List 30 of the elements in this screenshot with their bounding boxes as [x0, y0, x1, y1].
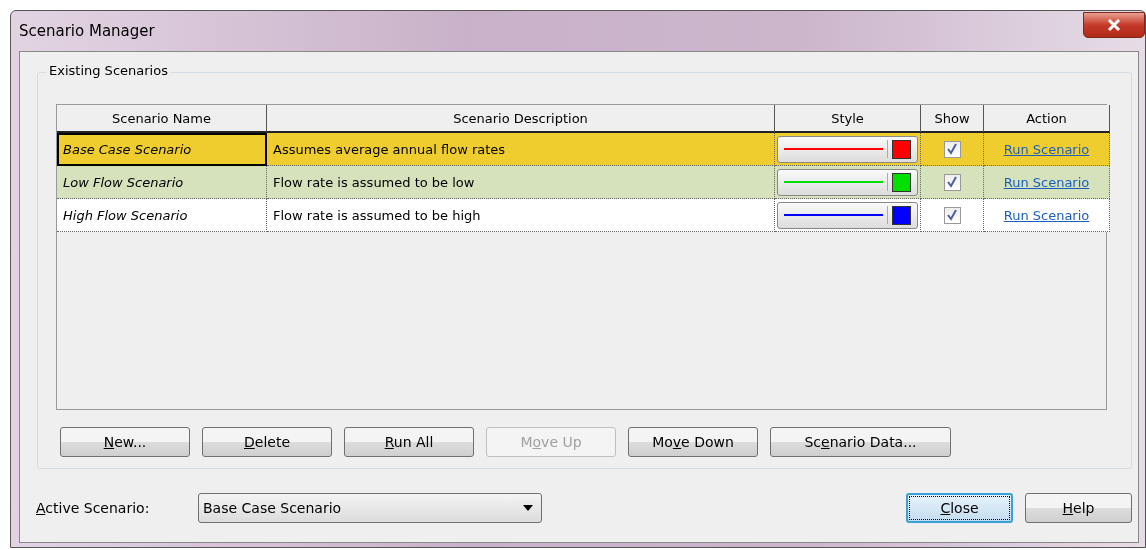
table-cell[interactable]: Low Flow Scenario	[57, 166, 267, 199]
close-icon	[1106, 18, 1122, 32]
table-cell: Flow rate is assumed to be low	[267, 166, 775, 199]
column-header[interactable]: Scenario Name	[57, 105, 267, 133]
group-title: Existing Scenarios	[46, 63, 171, 78]
field-label: Active Scenario:	[36, 500, 151, 516]
table-cell: Flow rate is assumed to be high	[267, 199, 775, 232]
close-button[interactable]	[1083, 12, 1145, 38]
column-header[interactable]: Style	[775, 105, 921, 133]
dialog-button[interactable]: Delete	[202, 427, 332, 457]
dialog-button[interactable]: Run All	[344, 427, 474, 457]
dialog-button[interactable]: Help	[1025, 493, 1132, 523]
dialog-button[interactable]: Move Down	[628, 427, 758, 457]
table-cell[interactable]: High Flow Scenario	[57, 199, 267, 232]
checkbox[interactable]	[943, 173, 961, 191]
scenario-dropdown[interactable]: Base Case Scenario	[198, 493, 542, 523]
line-style-button[interactable]	[777, 135, 918, 163]
column-header[interactable]: Scenario Description	[267, 105, 775, 133]
column-header[interactable]: Show	[921, 105, 984, 133]
line-style-button[interactable]	[777, 201, 918, 229]
dialog-button[interactable]: Scenario Data...	[770, 427, 951, 457]
checkbox[interactable]	[943, 206, 961, 224]
table-cell: Assumes average annual flow rates	[267, 133, 775, 166]
dialog-button[interactable]: New...	[60, 427, 190, 457]
checkbox[interactable]	[943, 140, 961, 158]
dropdown-arrow-icon	[523, 505, 533, 511]
column-header[interactable]: Action	[984, 105, 1110, 133]
dialog-button[interactable]: Close	[906, 493, 1013, 523]
window-title: Scenario Manager	[19, 22, 155, 40]
table-cell[interactable]: Base Case Scenario	[57, 133, 267, 166]
